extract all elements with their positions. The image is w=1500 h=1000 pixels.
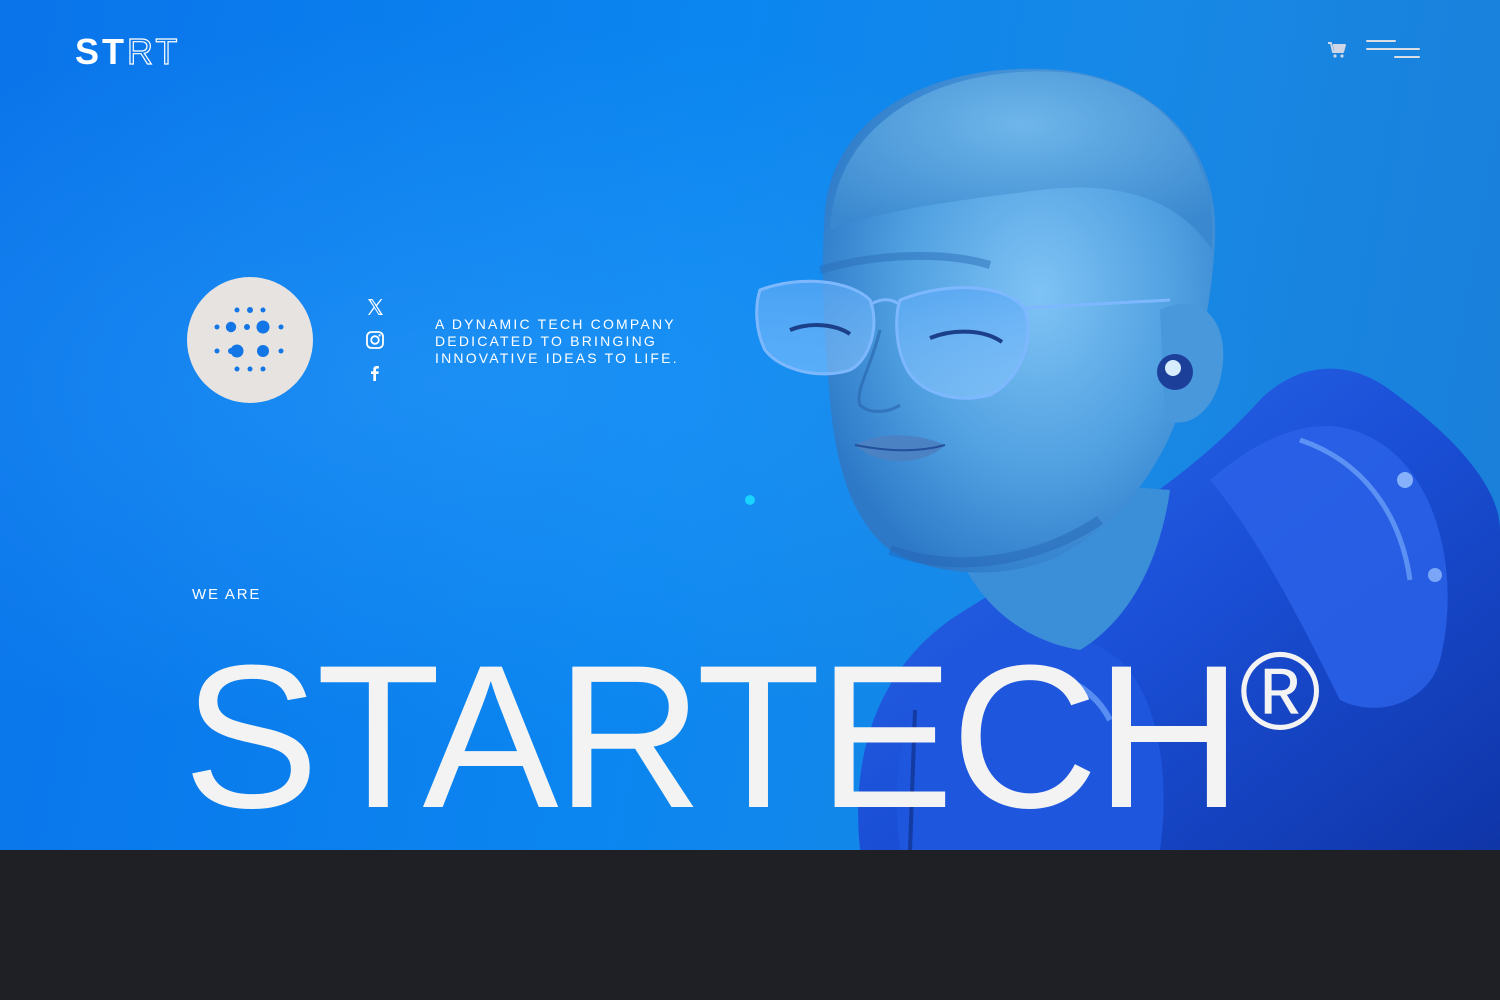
registered-mark: ® (1239, 630, 1321, 753)
dots-pattern-icon (214, 307, 284, 372)
company-tagline: A DYNAMIC TECH COMPANY DEDICATED TO BRIN… (435, 316, 679, 366)
dark-footer-band (0, 850, 1500, 1000)
cart-icon[interactable] (1327, 40, 1347, 60)
hamburger-menu-icon[interactable] (1366, 38, 1422, 62)
facebook-icon[interactable] (365, 363, 385, 383)
x-icon[interactable] (365, 297, 385, 317)
hero-headline: STARTECH® (183, 590, 1321, 839)
instagram-icon[interactable] (365, 330, 385, 350)
hero-headline-text: STARTECH (183, 623, 1243, 850)
brand-logo[interactable]: STRT (75, 31, 181, 72)
slide-indicator-dot[interactable] (745, 495, 755, 505)
hero-section: STRT A DYNAMIC TECH COMPANY DEDICATED TO… (0, 0, 1500, 850)
brand-logo-solid: ST (75, 31, 128, 72)
dots-logo-badge[interactable] (187, 277, 313, 403)
brand-logo-outline: RT (126, 31, 181, 72)
